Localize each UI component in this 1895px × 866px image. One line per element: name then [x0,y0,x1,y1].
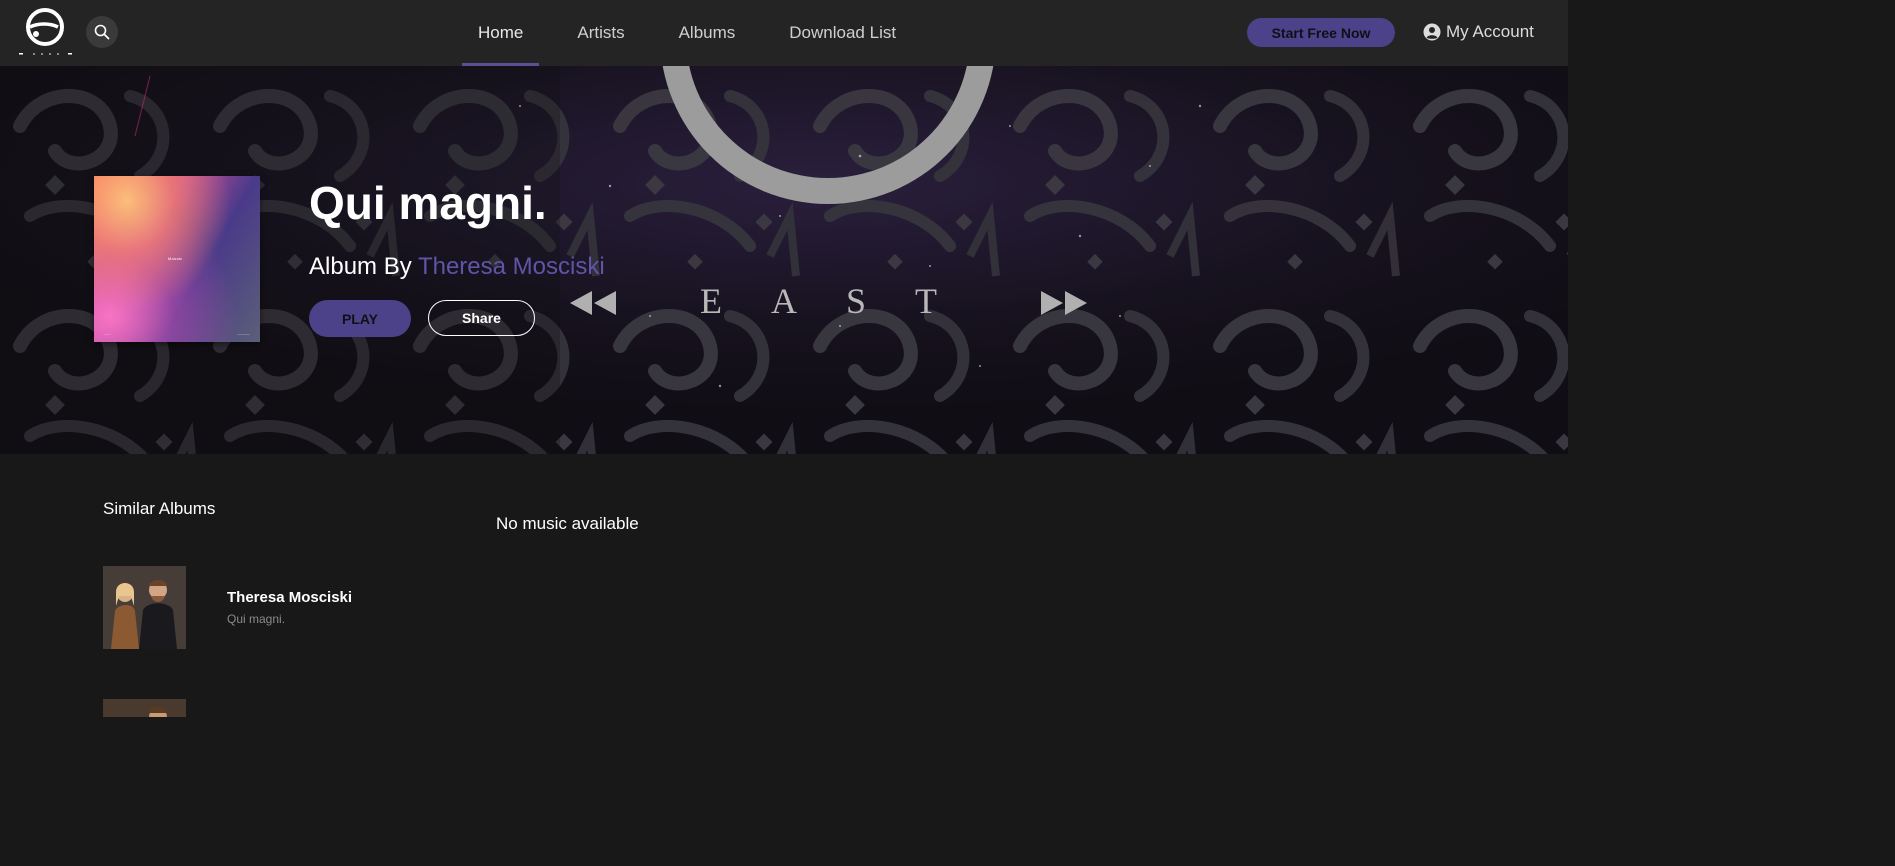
share-button[interactable]: Share [428,300,535,336]
nav-item-label: Home [478,23,524,42]
similar-album-name: Qui magni. [227,612,286,626]
nav-item-albums[interactable]: Albums [663,0,752,66]
main-nav: Home Artists Albums Download List [462,0,934,66]
album-byline: Album By Theresa Mosciski [309,253,605,281]
similar-album-item[interactable]: Theresa Mosciski Qui magni. [103,566,403,649]
play-button[interactable]: PLAY [309,300,411,337]
similar-album-thumbnail [103,566,186,649]
top-navigation-bar: Home Artists Albums Download List Start … [0,0,1568,66]
cover-footer-right: ────── [237,332,250,336]
cover-text: Mosaic [168,256,183,261]
fast-forward-icon [1041,291,1087,315]
east-logo-icon[interactable] [18,6,74,58]
album-cover-art: Mosaic ─── ────── [94,176,260,342]
nav-item-label: Download List [789,23,897,42]
rewind-icon [570,291,616,315]
search-icon [94,24,110,40]
my-account-label: My Account [1446,22,1534,41]
user-circle-icon [1423,23,1441,41]
nav-item-home[interactable]: Home [462,0,540,66]
my-account-link[interactable]: My Account [1423,20,1534,44]
similar-albums-heading: Similar Albums [103,499,216,518]
search-button[interactable] [86,16,118,48]
album-title: Qui magni. [309,177,547,229]
nav-item-download-list[interactable]: Download List [773,0,912,66]
nav-item-label: Artists [577,23,625,42]
cover-footer-left: ─── [104,332,111,336]
east-banner-word: EAST [700,281,986,321]
nav-item-label: Albums [678,23,736,42]
no-music-message: No music available [496,514,639,533]
album-hero-banner: Mosaic ─── ────── Qui magni. Album By Th… [0,66,1568,454]
start-free-now-button[interactable]: Start Free Now [1247,18,1395,47]
similar-album-thumbnail[interactable] [103,699,186,717]
similar-album-artist: Theresa Mosciski [227,589,353,606]
nav-item-artists[interactable]: Artists [561,0,640,66]
album-by-prefix: Album By [309,253,412,280]
artist-name-link[interactable]: Theresa Mosciski [418,253,605,280]
